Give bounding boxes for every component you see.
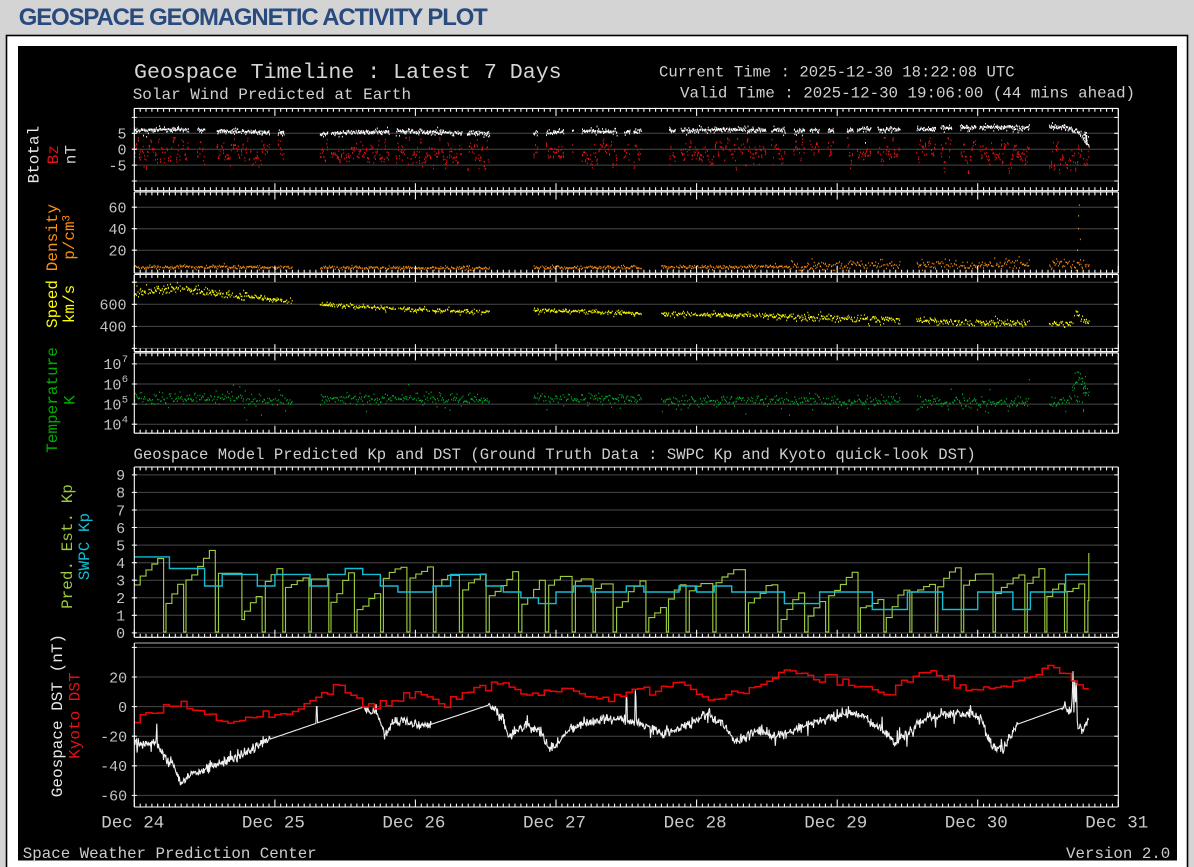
svg-text:6: 6 bbox=[122, 374, 128, 386]
svg-text:0: 0 bbox=[118, 700, 127, 717]
svg-text:nT: nT bbox=[63, 145, 81, 164]
svg-text:20: 20 bbox=[109, 670, 127, 687]
svg-text:Density: Density bbox=[44, 204, 62, 272]
svg-text:-60: -60 bbox=[100, 789, 127, 806]
svg-text:Geospace Timeline : Latest 7 D: Geospace Timeline : Latest 7 Days bbox=[134, 61, 562, 85]
svg-text:-40: -40 bbox=[100, 759, 127, 776]
svg-text:40: 40 bbox=[108, 222, 126, 239]
svg-text:1: 1 bbox=[116, 609, 125, 626]
svg-text:Pred. Est. Kp: Pred. Est. Kp bbox=[59, 484, 77, 609]
svg-text:Dec 24: Dec 24 bbox=[101, 814, 164, 834]
svg-text:7: 7 bbox=[116, 503, 125, 520]
svg-text:400: 400 bbox=[99, 320, 126, 337]
svg-text:Space Weather Prediction Cente: Space Weather Prediction Center bbox=[23, 845, 317, 863]
svg-text:Dec 26: Dec 26 bbox=[382, 814, 445, 834]
svg-text:Dec 29: Dec 29 bbox=[804, 814, 867, 834]
svg-text:9: 9 bbox=[116, 468, 125, 485]
svg-text:0: 0 bbox=[116, 626, 125, 643]
svg-text:8: 8 bbox=[116, 486, 125, 503]
svg-text:2: 2 bbox=[116, 591, 125, 608]
svg-text:10: 10 bbox=[103, 357, 121, 374]
svg-text:6: 6 bbox=[116, 521, 125, 538]
svg-text:Dec 25: Dec 25 bbox=[242, 814, 305, 834]
svg-text:600: 600 bbox=[99, 298, 126, 315]
svg-text:p/cm: p/cm bbox=[61, 221, 79, 259]
svg-text:Speed: Speed bbox=[44, 280, 62, 328]
svg-text:5: 5 bbox=[122, 394, 128, 406]
svg-text:60: 60 bbox=[108, 201, 126, 218]
svg-text:3: 3 bbox=[116, 574, 125, 591]
svg-text:4: 4 bbox=[122, 414, 128, 426]
svg-text:5: 5 bbox=[116, 538, 125, 555]
svg-text:5: 5 bbox=[117, 127, 126, 144]
svg-text:Geospace DST (nT): Geospace DST (nT) bbox=[49, 634, 67, 797]
svg-text:Btotal: Btotal bbox=[26, 126, 44, 184]
svg-text:-5: -5 bbox=[108, 158, 126, 175]
svg-text:Valid Time : 2025-12-30 19:06:: Valid Time : 2025-12-30 19:06:00 (44 min… bbox=[680, 85, 1135, 103]
svg-text:K: K bbox=[62, 395, 80, 405]
svg-text:Temperature: Temperature bbox=[44, 347, 62, 453]
svg-text:Bz: Bz bbox=[45, 145, 63, 164]
svg-text:Solar Wind Predicted at Earth: Solar Wind Predicted at Earth bbox=[133, 86, 411, 104]
svg-text:20: 20 bbox=[108, 244, 126, 261]
svg-text:3: 3 bbox=[62, 215, 74, 222]
svg-text:-20: -20 bbox=[100, 730, 127, 747]
svg-text:Dec 28: Dec 28 bbox=[664, 814, 727, 834]
svg-text:Dec 31: Dec 31 bbox=[1085, 814, 1148, 834]
svg-text:Dec 27: Dec 27 bbox=[523, 814, 586, 834]
svg-text:7: 7 bbox=[122, 354, 128, 366]
svg-text:Version 2.0: Version 2.0 bbox=[1066, 845, 1170, 863]
svg-text:10: 10 bbox=[103, 418, 121, 435]
svg-text:GEOSPACE GEOMAGNETIC ACTIVITY: GEOSPACE GEOMAGNETIC ACTIVITY PLOT bbox=[19, 4, 488, 31]
svg-text:Current Time : 2025-12-30 18:2: Current Time : 2025-12-30 18:22:08 UTC bbox=[659, 64, 1015, 82]
svg-text:0: 0 bbox=[117, 143, 126, 160]
svg-text:Geospace Model Predicted Kp an: Geospace Model Predicted Kp and DST (Gro… bbox=[134, 446, 976, 464]
svg-text:Kyoto DST: Kyoto DST bbox=[67, 672, 85, 758]
svg-text:km/s: km/s bbox=[61, 285, 79, 323]
svg-text:10: 10 bbox=[103, 397, 121, 414]
svg-text:10: 10 bbox=[103, 377, 121, 394]
svg-text:4: 4 bbox=[116, 556, 125, 573]
svg-text:SWPC Kp: SWPC Kp bbox=[76, 513, 94, 580]
svg-text:Dec 30: Dec 30 bbox=[945, 814, 1008, 834]
